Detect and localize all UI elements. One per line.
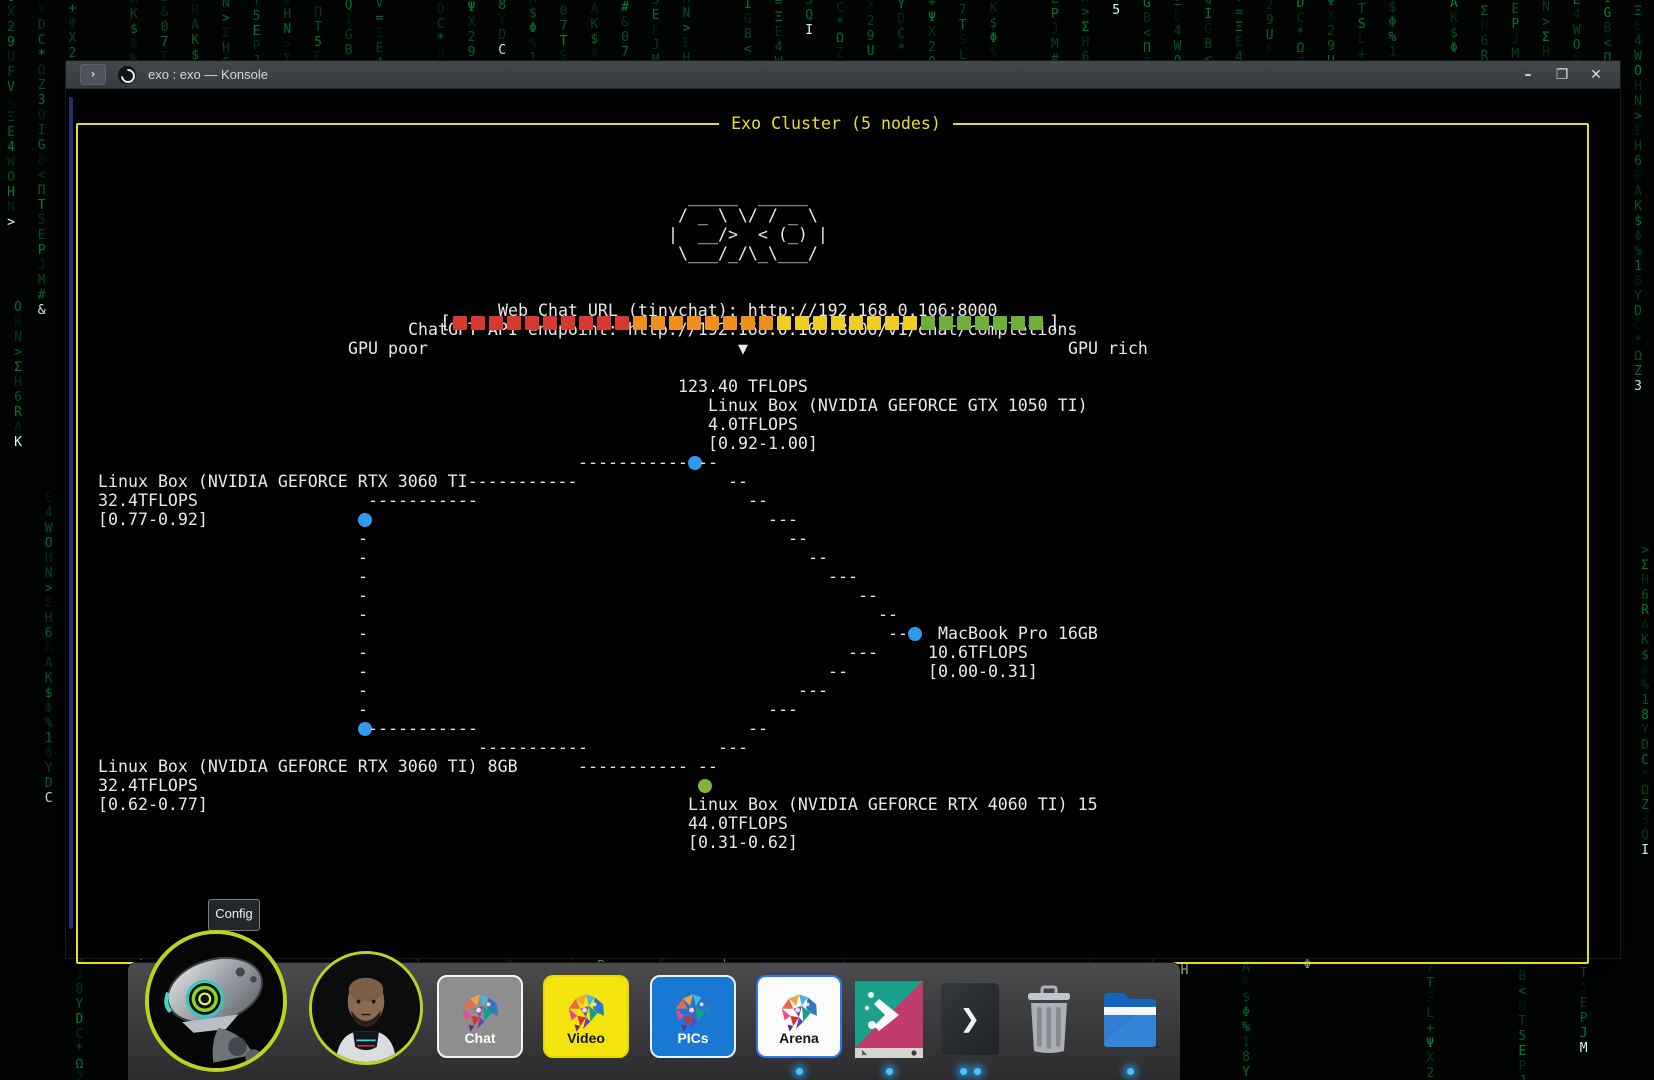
running-indicator-dot <box>886 1068 893 1075</box>
terminal-content[interactable]: Exo Cluster (5 nodes) _____ _____ / _ \ … <box>67 89 1619 957</box>
gpu-bar-square <box>705 316 719 330</box>
desktop: { "window": { "title": "exo : exo — Kons… <box>0 0 1654 1080</box>
gpu-bar-square <box>867 316 881 330</box>
matrix-stream: L+ΨX29UFV=ΞE4WOHN> <box>3 0 19 230</box>
gpu-bar-square <box>1011 316 1025 330</box>
gpu-bar-square <box>1029 316 1043 330</box>
gpu-bar-square <box>849 316 863 330</box>
gpu-bar-square <box>975 316 989 330</box>
gpu-bar-square <box>471 316 485 330</box>
folder-icon[interactable] <box>1100 983 1160 1055</box>
window-title: exo : exo — Konsole <box>148 67 268 82</box>
bar-bracket: ] <box>1049 315 1060 331</box>
config-button[interactable]: Config <box>208 899 260 931</box>
tile-label: Chat <box>464 1030 495 1046</box>
dock-tile-chat[interactable]: Chat <box>437 975 523 1058</box>
window-menu-button[interactable]: › <box>80 64 106 85</box>
dock-tile-arena[interactable]: Arena <box>756 975 842 1058</box>
gpu-bar-square <box>813 316 827 330</box>
minimize-button[interactable]: – <box>1518 68 1538 82</box>
matrix-stream: E4WOHN>ΣH6RAK$Φ%18YDC <box>41 491 57 806</box>
gpu-bar-square <box>561 316 575 330</box>
exo-cluster-box: Exo Cluster (5 nodes) _____ _____ / _ \ … <box>76 123 1589 964</box>
gpu-bar-square <box>759 316 773 330</box>
tile-label: Video <box>567 1030 605 1046</box>
gpu-bar-square <box>993 316 1007 330</box>
terminal-scrollbar[interactable] <box>69 97 73 929</box>
gpu-bar-square <box>597 316 611 330</box>
gpu-bar-square <box>741 316 755 330</box>
gpu-bar-square <box>669 316 683 330</box>
trash-icon[interactable] <box>1022 985 1076 1055</box>
gpu-bar-square <box>633 316 647 330</box>
matrix-stream: ΞE4WOHN>ΣH6RAK$Φ%18YDC*ΩZ3QI <box>801 0 817 38</box>
gpu-bar-square <box>687 316 701 330</box>
dock-tile-video[interactable]: Video <box>543 975 629 1058</box>
gpu-bar-square <box>885 316 899 330</box>
gpu-bar-square <box>543 316 557 330</box>
gpu-bar-square <box>921 316 935 330</box>
man-portrait-image <box>312 954 420 1062</box>
robot-avatar[interactable] <box>145 930 287 1072</box>
gpu-bar-square <box>453 316 467 330</box>
trash-can <box>1022 985 1076 1055</box>
gpu-bar-square <box>831 316 845 330</box>
matrix-stream: IGB<ΠT5EPJM#&07TSL+ΨX29UFV=ΞE4WOHN>ΣH6RA… <box>1630 0 1646 394</box>
matrix-stream: ΣH6RAK$Φ%18YDC*ΩZ3QIGB<ΠT5 <box>1108 0 1124 18</box>
matrix-stream: >ΣH6RAK$Φ%18YDC*ΩZ3QIGB<ΠT5EPJM#& <box>34 0 50 318</box>
cluster-box-title: Exo Cluster (5 nodes) <box>719 114 953 134</box>
konsole-window: › exo : exo — Konsole – ❐ ✕ Exo Cluster … <box>65 60 1621 959</box>
running-indicator-dot <box>960 1068 967 1075</box>
node-dot-blue <box>358 513 372 527</box>
window-titlebar[interactable]: › exo : exo — Konsole – ❐ ✕ <box>66 61 1620 89</box>
matrix-stream: OHN>ΣH6RAK <box>10 300 26 450</box>
dock-tile-pics[interactable]: PICs <box>650 975 736 1058</box>
node-dot-blue <box>908 627 922 641</box>
gpu-bar-square <box>615 316 629 330</box>
running-indicator-dot <box>796 1068 803 1075</box>
running-indicator-dot <box>974 1068 981 1075</box>
gpu-bar-square <box>723 316 737 330</box>
tile-label: PICs <box>677 1030 708 1046</box>
gpu-gradient-bar: [] <box>438 315 1062 331</box>
kdenlive-icon[interactable] <box>855 981 923 1058</box>
man-avatar[interactable] <box>309 951 423 1065</box>
gpu-bar-square <box>507 316 521 330</box>
matrix-stream: ΨX29UFV=ΞE4WOHN>ΣH6RAK$Φ%18YDC <box>494 0 510 58</box>
blue-folder <box>1100 983 1160 1055</box>
robot-head-image <box>149 934 283 1068</box>
gpu-bar-square <box>525 316 539 330</box>
matrix-stream: >ΣH6RAK$Φ%18YDC*ΩZ3QI <box>1637 543 1653 858</box>
gpu-bar-square <box>777 316 791 330</box>
gpu-bar-square <box>957 316 971 330</box>
node-dot-green <box>698 779 712 793</box>
konsole-dock-icon[interactable]: ❯ <box>941 983 999 1055</box>
tile-label: Arena <box>779 1030 819 1046</box>
gpu-bar-square <box>903 316 917 330</box>
cluster-topology-diagram: _____ _____ / _ \ \/ / _ \| __/> < (_) |… <box>88 168 1618 928</box>
gpu-bar-square <box>489 316 503 330</box>
konsole-app-icon <box>118 66 136 84</box>
gpu-bar-square <box>651 316 665 330</box>
maximize-button[interactable]: ❐ <box>1552 68 1572 82</box>
bar-bracket: [ <box>440 315 451 331</box>
gpu-bar-square <box>795 316 809 330</box>
gpu-bar-square <box>579 316 593 330</box>
gpu-bar-square <box>939 316 953 330</box>
close-button[interactable]: ✕ <box>1586 68 1606 82</box>
kdenlive-logo <box>855 981 923 1058</box>
running-indicator-dot <box>1127 1068 1134 1075</box>
